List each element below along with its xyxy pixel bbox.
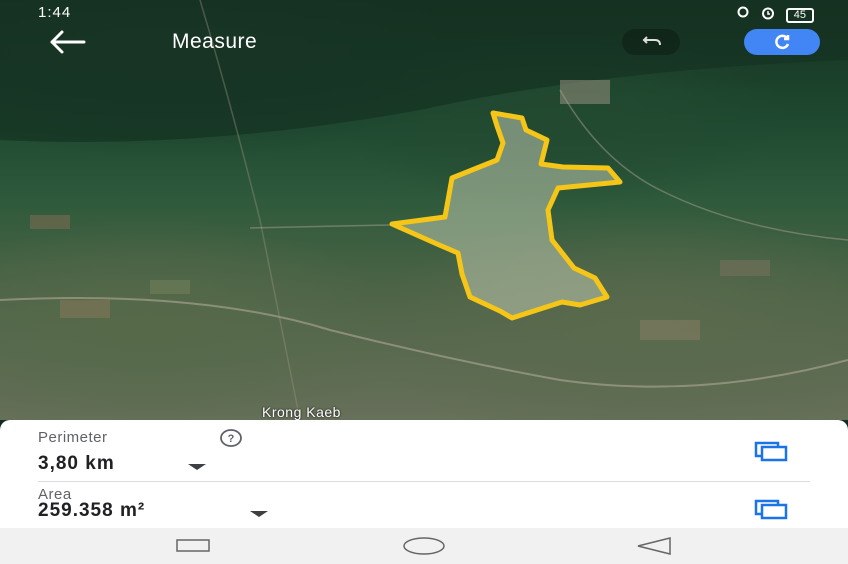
recents-square-icon[interactable] <box>174 534 214 558</box>
copy-area-button[interactable] <box>754 498 788 520</box>
map-place-label: Krong Kaeb <box>262 404 341 420</box>
refresh-button[interactable] <box>744 29 820 55</box>
perimeter-unit-dropdown[interactable] <box>186 459 208 477</box>
area-unit-dropdown[interactable] <box>248 506 270 524</box>
status-icons: 45 <box>736 6 814 24</box>
field-patch <box>30 215 70 229</box>
road <box>249 224 391 229</box>
divider <box>38 481 810 482</box>
field-patch <box>150 280 190 294</box>
perimeter-label: Perimeter <box>38 429 108 446</box>
status-bar: 1:44 45 <box>0 0 848 26</box>
road <box>0 297 848 388</box>
map-layer <box>0 0 848 420</box>
back-triangle-icon[interactable] <box>634 534 674 558</box>
back-button[interactable] <box>44 28 88 56</box>
measured-area-outline[interactable] <box>389 110 623 321</box>
copy-icon <box>754 499 788 524</box>
system-nav-bar <box>0 528 848 564</box>
undo-button[interactable] <box>622 29 680 55</box>
field-patch <box>60 300 110 318</box>
battery-indicator: 45 <box>785 7 814 23</box>
svg-text:?: ? <box>228 433 235 445</box>
status-time: 1:44 <box>38 4 72 21</box>
area-value: 259.358 m² <box>38 500 146 521</box>
location-icon <box>736 6 750 24</box>
field-patch <box>560 80 610 104</box>
alarm-icon <box>760 6 776 24</box>
field-patch <box>720 260 770 276</box>
perimeter-value: 3,80 km <box>38 453 115 474</box>
measurement-sheet: Perimeter ? 3,80 km Area 259.358 m² <box>0 420 848 528</box>
copy-icon <box>754 441 788 466</box>
top-toolbar: Measure <box>0 26 848 60</box>
undo-icon <box>622 36 680 59</box>
field-patch <box>640 320 700 340</box>
refresh-icon <box>744 34 820 59</box>
satellite-map[interactable] <box>0 0 848 420</box>
page-title: Measure <box>172 30 258 53</box>
road <box>559 89 848 241</box>
home-circle-icon[interactable] <box>402 534 445 558</box>
arrow-back-icon <box>44 30 88 60</box>
copy-perimeter-button[interactable] <box>754 440 788 462</box>
help-circle-icon[interactable]: ? <box>220 429 242 447</box>
